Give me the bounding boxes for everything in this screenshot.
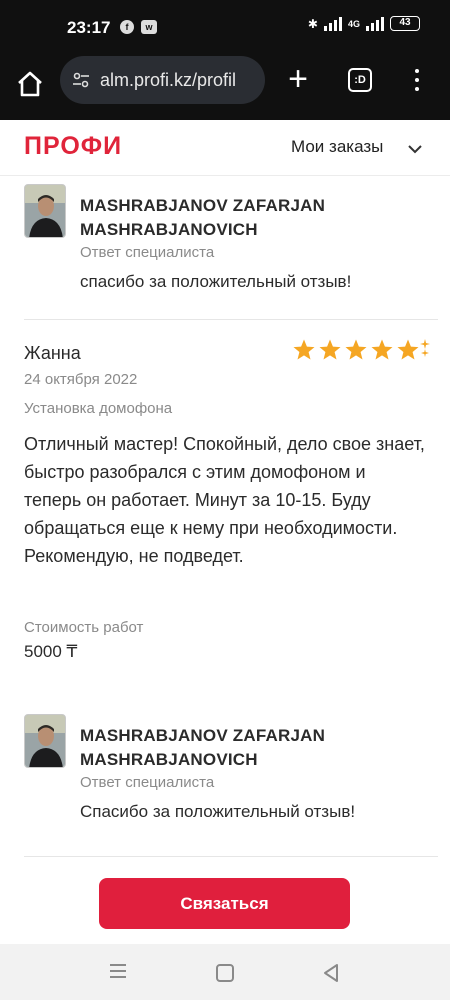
specialist-name: MASHRABJANOV ZAFARJAN MASHRABJANOVICH: [80, 724, 325, 772]
chevron-down-icon[interactable]: [408, 141, 422, 159]
url-text: alm.profi.kz/profil: [100, 70, 237, 90]
home-nav-icon[interactable]: [216, 964, 234, 982]
site-header: ПРОФИ Мои заказы: [0, 120, 450, 176]
site-settings-icon[interactable]: [72, 71, 90, 94]
review-author: Жанна: [24, 343, 81, 363]
reply-text: спасибо за положительный отзыв!: [80, 272, 352, 291]
divider: [24, 319, 438, 320]
specialist-name-line1: MASHRABJANOV ZAFARJAN: [80, 726, 326, 745]
facebook-icon: f: [120, 20, 134, 34]
wb-icon: w: [141, 20, 157, 34]
review-service[interactable]: Установка домофона: [24, 400, 172, 417]
specialist-name-line2: MASHRABJANOVICH: [80, 220, 258, 239]
back-icon[interactable]: [322, 963, 340, 988]
status-time: 23:17: [67, 18, 111, 37]
star-icons: [293, 339, 430, 360]
rating-stars: [292, 338, 450, 362]
divider: [24, 856, 438, 857]
signal-icon-2: [366, 16, 384, 31]
reply-role: Ответ специалиста: [80, 244, 215, 261]
reviews-list[interactable]: MASHRABJANOV ZAFARJAN MASHRABJANOVICH От…: [0, 176, 450, 860]
tabs-button[interactable]: :D: [348, 68, 372, 92]
new-tab-icon[interactable]: +: [284, 62, 312, 98]
my-orders-link[interactable]: Мои заказы: [291, 137, 383, 157]
battery-icon: 43: [390, 16, 420, 31]
review-date: 24 октября 2022: [24, 371, 138, 388]
url-bar[interactable]: alm.profi.kz/profil: [60, 56, 265, 104]
cost-label: Стоимость работ: [24, 619, 144, 636]
avatar: [24, 184, 66, 238]
cost-value: 5000 ₸: [24, 642, 78, 661]
more-menu-icon[interactable]: [412, 66, 422, 96]
profi-logo[interactable]: ПРОФИ: [24, 132, 122, 161]
specialist-name-line2: MASHRABJANOVICH: [80, 750, 258, 769]
system-nav-bar: [0, 944, 450, 1000]
reply-text: Спасибо за положительный отзыв!: [80, 802, 356, 821]
specialist-name-line1: MASHRABJANOV ZAFARJAN: [80, 196, 326, 215]
reply-role: Ответ специалиста: [80, 774, 215, 791]
signal-icon: [323, 16, 342, 31]
specialist-name: MASHRABJANOV ZAFARJAN MASHRABJANOVICH: [80, 194, 325, 242]
status-indicators: ✱ 4G 43: [308, 16, 420, 31]
browser-toolbar: alm.profi.kz/profil + :D: [0, 56, 450, 120]
recent-apps-icon[interactable]: [110, 964, 126, 982]
status-bar: 23:17 f w ✱ 4G 43: [0, 0, 450, 56]
network-type: 4G: [347, 18, 360, 29]
contact-bar: Связаться: [0, 860, 450, 944]
bluetooth-icon: ✱: [307, 16, 318, 31]
contact-button[interactable]: Связаться: [99, 878, 350, 929]
avatar: [24, 714, 66, 768]
review-text: Отличный мастер! Спокойный, дело свое зн…: [24, 434, 425, 566]
home-icon[interactable]: [14, 68, 46, 100]
